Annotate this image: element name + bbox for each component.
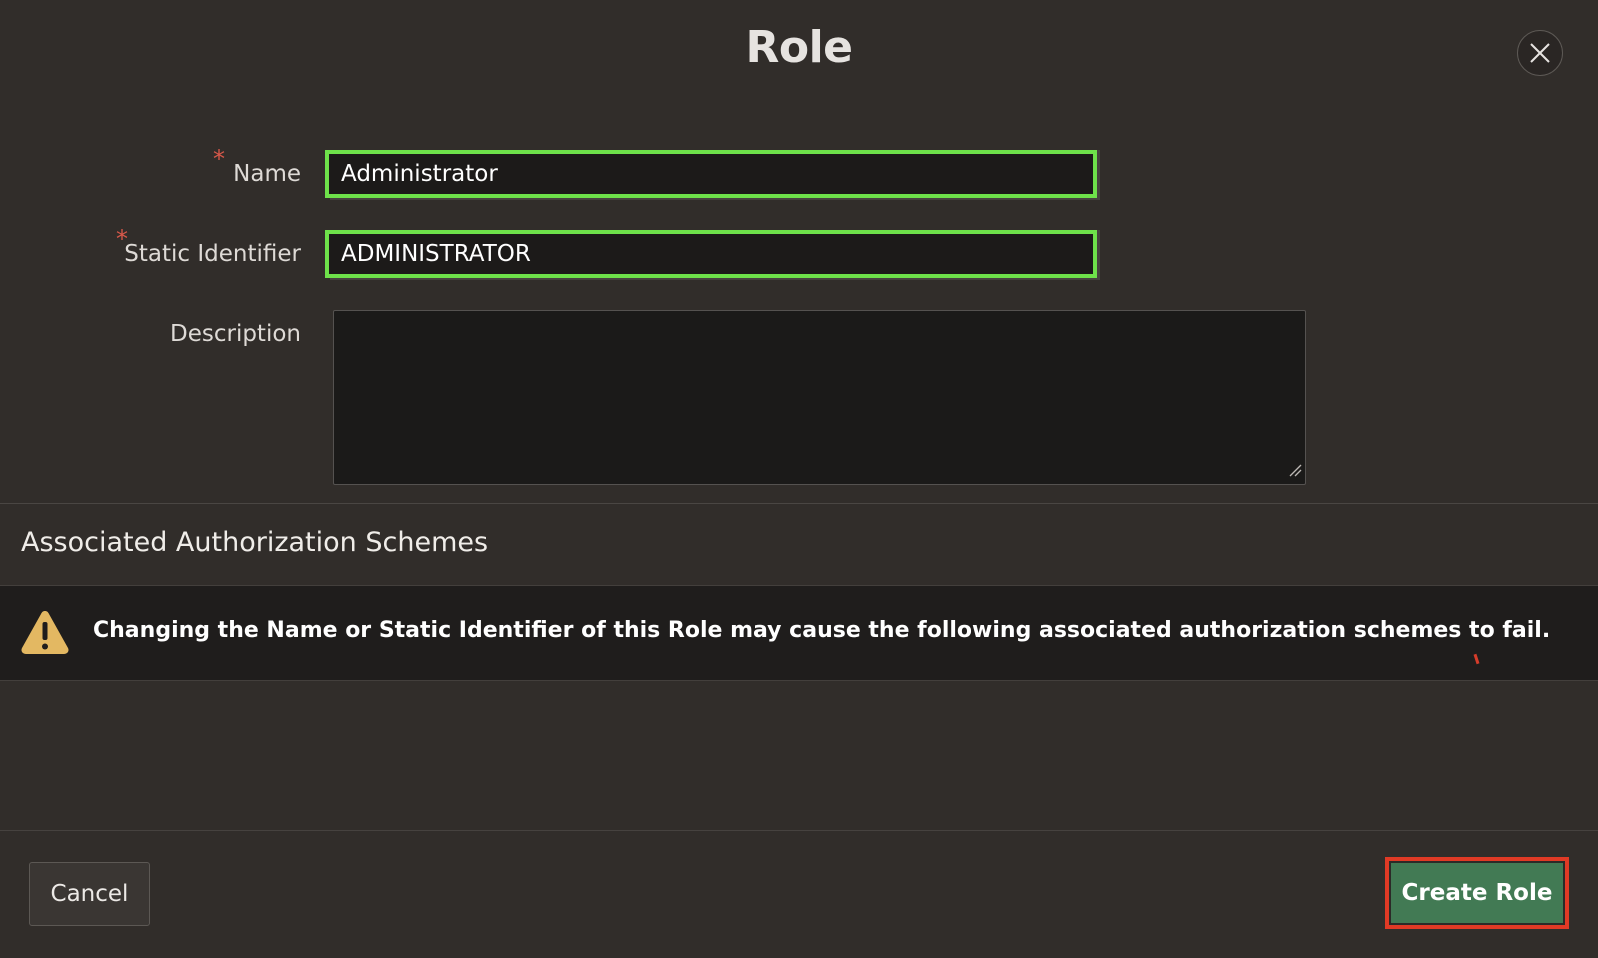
name-required-marker: * [213, 145, 225, 173]
description-textarea[interactable] [333, 310, 1306, 485]
name-label: Name [233, 161, 301, 187]
static-identifier-label: Static Identifier [124, 241, 301, 267]
warning-message: Changing the Name or Static Identifier o… [93, 618, 1551, 643]
warning-icon [20, 608, 70, 660]
schemes-heading: Associated Authorization Schemes [21, 527, 489, 558]
description-label: Description [170, 321, 301, 347]
close-icon [1529, 42, 1551, 64]
close-button[interactable] [1517, 30, 1563, 76]
static-identifier-input[interactable]: ADMINISTRATOR [325, 230, 1097, 278]
name-input[interactable]: Administrator [325, 150, 1097, 198]
create-role-button-highlight: Create Role [1385, 857, 1569, 929]
role-dialog: Role * Name Administrator * Static Ident… [0, 0, 1598, 958]
cancel-button[interactable]: Cancel [29, 862, 150, 926]
section-divider [0, 503, 1598, 504]
resize-grip-icon[interactable] [1288, 462, 1302, 481]
footer-divider [0, 830, 1598, 831]
dialog-title: Role [745, 22, 853, 73]
warning-alert: Changing the Name or Static Identifier o… [0, 585, 1598, 681]
create-role-button[interactable]: Create Role [1389, 861, 1565, 925]
